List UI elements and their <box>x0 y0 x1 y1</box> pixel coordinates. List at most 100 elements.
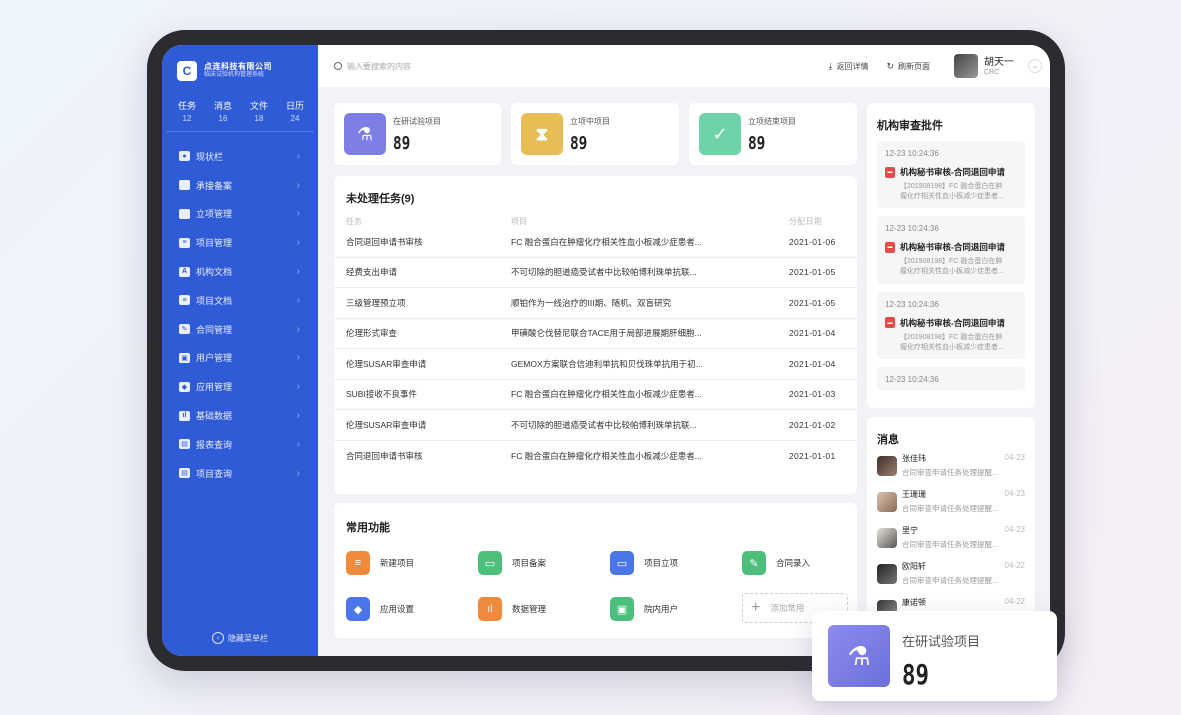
audit-body-line: 【201908198】FC 融合蛋白在肿 <box>900 258 1003 266</box>
sidebar-item-org-docs[interactable]: A 机构文档 › <box>162 257 318 286</box>
sidebar-item-contracts[interactable]: ✎ 合同管理 › <box>162 315 318 344</box>
back-button[interactable]: ⤓ 返回详情 <box>828 61 868 72</box>
stat-value: 16 <box>218 114 228 123</box>
avatar <box>877 456 897 476</box>
audit-body-line: 瘤化疗相关性血小板减少症患者... <box>900 343 1004 351</box>
app-settings-button[interactable]: ◆ 应用设置 <box>346 593 478 625</box>
sidebar-item-projects[interactable]: ≡ 项目管理 › <box>162 228 318 257</box>
audit-heading: 机构秘书审核-合同退回申请 <box>900 317 1005 328</box>
audit-item[interactable]: 12-23 10:24:36 ▬ 机构秘书审核-合同退回申请 【201908198】F… <box>877 141 1025 209</box>
sidebar-item-users[interactable]: ▣ 用户管理 › <box>162 344 318 373</box>
audit-panel: 机构审查批件 12-23 10:24:36 ▬ 机构秘书审核-合同退回申请 【2019… <box>867 103 1035 408</box>
pie-chart-icon: ● <box>179 151 190 162</box>
sidebar-item-filing[interactable]: 承接备案 › <box>162 171 318 200</box>
tasks-title: 未处理任务(9) <box>346 193 415 205</box>
refresh-button[interactable]: ↻ 刷新页面 <box>886 61 930 72</box>
function-label: 数据管理 <box>512 604 547 614</box>
logo-icon: C <box>177 60 197 81</box>
pdf-icon: ▬ <box>885 241 895 253</box>
stat-label: 任务 <box>178 101 197 111</box>
stat-label: 日历 <box>285 101 304 111</box>
top-bar: 输入要搜索的内容 ⤓ 返回详情 ↻ 刷新页面 胡天一 CRC ⌄ <box>318 45 1050 87</box>
collapse-label: 隐藏菜单栏 <box>228 633 268 643</box>
message-sender: 里宁 <box>902 526 918 535</box>
audit-item[interactable]: 12-23 10:24:36 ▬ 机构秘书审核-合同退回申请 【201908198】F… <box>877 291 1025 359</box>
file-icon: ≡ <box>179 295 190 306</box>
task-cell: 合同退回申请书审核 <box>346 236 423 247</box>
inbox-icon: ▭ <box>610 551 634 575</box>
stat-tasks[interactable]: 任务 12 <box>178 99 196 123</box>
table-row[interactable]: 合同退回申请书审核 FC 融合蛋白在肿瘤化疗相关性血小板减少症患者... 2021-… <box>334 227 857 258</box>
doc-check-icon: ✓ <box>699 113 741 155</box>
stack-icon: ≡ <box>346 551 370 575</box>
sidebar-item-label: 承接备案 <box>196 180 233 191</box>
message-item[interactable]: 王珊珊 04-23 合同审查申请任务处理提醒... <box>867 489 1035 525</box>
floating-kpi-value: 89 <box>902 658 929 691</box>
contract-icon: ✎ <box>179 324 190 335</box>
user-name: 胡天一 <box>984 56 1014 68</box>
table-row[interactable]: 合同退回申请书审核 FC 融合蛋白在肿瘤化疗相关性血小板减少症患者... 2021-… <box>334 441 857 472</box>
table-row[interactable]: 经费支出申请 不可切除的胆道癌受试者中比较帕博利珠单抗联... 2021-01-05 <box>334 258 857 288</box>
sidebar-item-label: 基础数据 <box>196 411 233 422</box>
report-icon: ▤ <box>179 439 190 450</box>
internal-users-button[interactable]: ▣ 院内用户 <box>610 593 742 625</box>
sidebar-item-apps[interactable]: ◆ 应用管理 › <box>162 372 318 401</box>
table-row[interactable]: 三级管理预立项 顺铂作为一线治疗的III期、随机、双盲研究 2021-01-05 <box>334 288 857 319</box>
table-row[interactable]: 伦理形式审查 甲磺酸仑伐替尼联合TACE用于局部进展期肝细胞... 2021-01-… <box>334 319 857 349</box>
function-label: 项目立项 <box>644 558 679 568</box>
date-cell: 2021-01-05 <box>789 267 836 278</box>
message-item[interactable]: 欧阳轩 04-22 合同审查申请任务处理提醒... <box>867 561 1035 597</box>
kpi-card-completed[interactable]: ✓ 立项结束项目 89 <box>689 103 857 165</box>
sidebar-item-project-docs[interactable]: ≡ 项目文档 › <box>162 286 318 315</box>
cube-icon: ◆ <box>179 381 190 392</box>
message-sender: 康诺顿 <box>902 598 926 607</box>
kpi-card-pending[interactable]: ⧗ 立项中项目 89 <box>511 103 679 165</box>
table-row[interactable]: 伦理SUSAR审查申请 GEMOX方案联合信迪利单抗和贝伐珠单抗用于初... 202… <box>334 349 857 380</box>
table-row[interactable]: SUBI接收不良事件 FC 融合蛋白在肿瘤化疗相关性血小板减少症患者... 2021… <box>334 380 857 410</box>
kpi-value: 89 <box>570 133 588 154</box>
sidebar-item-approval[interactable]: 立项管理 › <box>162 200 318 229</box>
collapse-menu-button[interactable]: ‹ 隐藏菜单栏 <box>162 632 318 644</box>
company-name: 点连科技有限公司 <box>204 61 272 71</box>
system-subtitle: 临床试验机构管理系统 <box>204 71 265 78</box>
project-approval-button[interactable]: ▭ 项目立项 <box>610 547 742 579</box>
project-filing-button[interactable]: ▭ 项目备案 <box>478 547 610 579</box>
audit-time: 12-23 10:24:36 <box>885 149 939 158</box>
contract-entry-button[interactable]: ✎ 合同录入 <box>742 547 874 579</box>
col-project: 项目 <box>511 217 527 226</box>
stat-files[interactable]: 文件 18 <box>250 99 268 123</box>
sidebar-item-project-query[interactable]: ▤ 项目查询 › <box>162 459 318 488</box>
message-text: 合同审查申请任务处理提醒... <box>902 504 999 513</box>
task-cell: 经费支出申请 <box>346 267 398 278</box>
message-item[interactable]: 张佳玮 04-23 合同审查申请任务处理提醒... <box>867 453 1035 489</box>
sidebar-item-status[interactable]: ● 现状栏 › <box>162 142 318 171</box>
stat-messages[interactable]: 消息 16 <box>214 99 232 123</box>
chevron-down-icon[interactable]: ⌄ <box>1028 59 1042 73</box>
sidebar-item-label: 合同管理 <box>196 324 233 335</box>
audit-time: 12-23 10:24:36 <box>885 299 939 309</box>
search-input[interactable]: 输入要搜索的内容 <box>334 61 810 72</box>
stack-icon: ≡ <box>179 237 190 248</box>
table-row[interactable]: 伦理SUSAR审查申请 不可切除的胆道癌受试者中比较帕博利珠单抗联... 2021-… <box>334 410 857 441</box>
user-menu[interactable]: 胡天一 CRC ⌄ <box>954 54 1042 78</box>
function-label: 新建项目 <box>380 558 415 568</box>
message-item[interactable]: 里宁 04-23 合同审查申请任务处理提醒... <box>867 525 1035 561</box>
sidebar-item-reports[interactable]: ▤ 报表查询 › <box>162 430 318 459</box>
chevron-right-icon: › <box>296 381 300 393</box>
inbox-icon <box>179 208 190 219</box>
project-cell: 顺铂作为一线治疗的III期、随机、双盲研究 <box>511 297 672 308</box>
new-project-button[interactable]: ≡ 新建项目 <box>346 547 478 579</box>
data-management-button[interactable]: ıl 数据管理 <box>478 593 610 625</box>
audit-item[interactable]: 12-23 10:24:36 ▬ 机构秘书审核-合同退回申请 【201908198】F… <box>877 216 1025 284</box>
message-date: 04-23 <box>1004 525 1025 534</box>
sidebar-item-base-data[interactable]: ıl 基础数据 › <box>162 401 318 430</box>
stat-calendar[interactable]: 日历 24 <box>286 99 304 123</box>
audit-item[interactable]: 12-23 10:24:36 <box>877 366 1025 390</box>
chevron-right-icon: › <box>296 150 300 162</box>
kpi-card-active[interactable]: ⚗ 在研试验项目 89 <box>334 103 501 165</box>
sidebar-item-label: 机构文档 <box>196 267 233 278</box>
message-sender: 王珊珊 <box>902 490 926 499</box>
date-cell: 2021-01-03 <box>789 389 836 400</box>
folder-icon <box>179 180 190 191</box>
stat-label: 消息 <box>213 101 232 111</box>
